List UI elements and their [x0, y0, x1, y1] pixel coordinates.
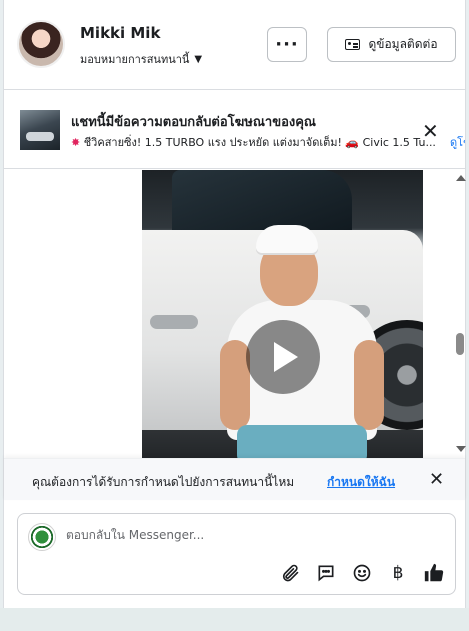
attachment-icon[interactable] — [279, 562, 301, 584]
thread-scrollbar[interactable] — [453, 170, 467, 458]
more-options-button[interactable]: ··· — [267, 27, 307, 62]
view-contact-button[interactable]: ดูข้อมูลติดต่อ — [327, 27, 456, 62]
more-icon: ··· — [275, 34, 299, 55]
view-contact-label: ดูข้อมูลติดต่อ — [368, 37, 438, 51]
play-button[interactable] — [246, 320, 320, 394]
ad-banner-title: แชทนี้มีข้อความตอบกลับต่อโฆษณาของคุณ — [71, 115, 316, 130]
saved-replies-icon[interactable] — [315, 562, 337, 584]
assign-prompt-text: คุณต้องการได้รับการกำหนดไปยังการสนทนานี้… — [32, 475, 295, 489]
ad-subtitle-text: ชีวิคสายซิ่ง! 1.5 TURBO แรง ประหยัด แต่ง… — [83, 136, 436, 149]
composer-toolbar: ฿ — [279, 562, 445, 584]
assign-prompt-bar: คุณต้องการได้รับการกำหนดไปยังการสนทนานี้… — [4, 458, 465, 500]
scroll-down-arrow-icon[interactable] — [456, 446, 466, 452]
message-composer: ฿ — [17, 513, 456, 595]
emoji-icon[interactable] — [351, 562, 373, 584]
sparkle-icon: ✸ — [71, 136, 81, 149]
view-ad-link[interactable]: ดูโฆ — [450, 133, 465, 151]
message-thread[interactable] — [4, 170, 465, 458]
ad-reply-banner: แชทนี้มีข้อความตอบกลับต่อโฆษณาของคุณ ✸ ช… — [4, 91, 465, 169]
avatar[interactable] — [17, 20, 65, 68]
contact-name: Mikki Mik — [80, 24, 161, 42]
door-handle-image — [150, 315, 198, 329]
assign-label: มอบหมายการสนทนานี้ — [80, 53, 190, 66]
ad-banner-subtitle: ✸ ชีวิคสายซิ่ง! 1.5 TURBO แรง ประหยัด แต… — [71, 133, 436, 151]
page-logo — [28, 523, 56, 551]
conversation-panel: Mikki Mik มอบหมายการสนทนานี้ ▼ ··· ดูข้อ… — [3, 0, 466, 608]
message-input[interactable] — [66, 528, 436, 542]
ad-thumbnail[interactable] — [20, 110, 60, 150]
close-icon[interactable]: ✕ — [422, 119, 439, 143]
person-cap-image — [256, 225, 318, 253]
person-arm-image — [354, 340, 384, 430]
car-window-image — [172, 170, 352, 230]
assign-dropdown[interactable]: มอบหมายการสนทนานี้ ▼ — [80, 50, 202, 68]
scrollbar-thumb[interactable] — [456, 333, 464, 355]
scroll-up-arrow-icon[interactable] — [456, 175, 466, 181]
page-footer-strip — [0, 608, 469, 631]
video-message[interactable] — [142, 170, 423, 458]
baht-label: ฿ — [392, 563, 404, 583]
play-icon — [274, 342, 298, 372]
person-shorts-image — [237, 425, 367, 458]
conversation-header: Mikki Mik มอบหมายการสนทนานี้ ▼ ··· ดูข้อ… — [4, 0, 465, 90]
contact-card-icon — [345, 39, 361, 50]
payment-icon[interactable]: ฿ — [387, 562, 409, 584]
assign-to-me-link[interactable]: กำหนดให้ฉัน — [327, 473, 395, 492]
close-icon[interactable]: ✕ — [429, 469, 444, 490]
like-icon[interactable] — [423, 562, 445, 584]
caret-down-icon: ▼ — [194, 53, 203, 65]
